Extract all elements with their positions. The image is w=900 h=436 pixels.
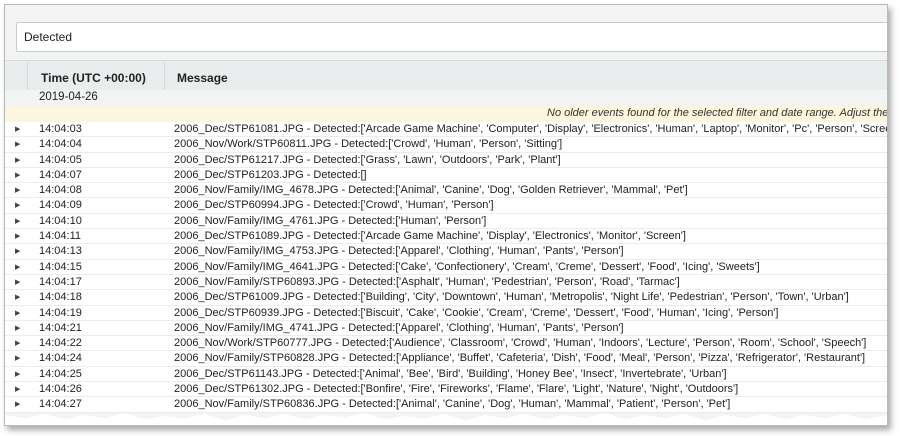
expand-row-icon[interactable]: ▶ [15,275,25,289]
event-message: 2006_Dec/STP60939.JPG - Detected:['Biscu… [174,306,779,319]
event-message: 2006_Nov/Work/STP60811.JPG - Detected:['… [174,138,563,151]
event-time: 14:04:21 [39,321,82,334]
expand-row-icon[interactable]: ▶ [15,367,25,381]
event-time: 14:04:24 [39,352,82,365]
event-time: 14:04:18 [39,291,82,304]
event-message: 2006_Nov/Family/IMG_4641.JPG - Detected:… [174,260,760,273]
event-message: 2006_Nov/Family/IMG_4678.JPG - Detected:… [174,184,688,197]
table-row[interactable]: ▶ 14:04:09 2006_Dec/STP60994.JPG - Detecte… [5,198,887,214]
event-time: 14:04:07 [39,168,82,181]
log-events-panel: Time (UTC +00:00) Message 2019-04-26 No … [4,4,888,426]
torn-edge-decoration [5,413,887,425]
event-message: 2006_Dec/STP61009.JPG - Detected:['Build… [174,291,849,304]
event-time: 14:04:13 [39,245,82,258]
table-row[interactable]: ▶ 14:04:24 2006_Nov/Family/STP60828.JPG - … [5,351,887,367]
expand-row-icon[interactable]: ▶ [15,168,25,182]
event-message: 2006_Nov/Family/STP60828.JPG - Detected:… [174,352,866,365]
event-message: 2006_Nov/Family/STP60893.JPG - Detected:… [174,275,680,288]
event-time: 14:04:03 [39,123,82,135]
table-row[interactable]: ▶ 14:04:03 2006_Dec/STP61081.JPG - Detecte… [5,122,887,138]
event-message: 2006_Nov/Family/IMG_4761.JPG - Detected:… [174,214,487,227]
event-message: 2006_Nov/Family/IMG_4741.JPG - Detected:… [174,321,624,334]
event-message: 2006_Dec/STP61081.JPG - Detected:['Arcad… [174,123,887,135]
table-row[interactable]: ▶ 14:04:15 2006_Nov/Family/IMG_4641.JPG - … [5,259,887,275]
event-message: 2006_Dec/STP61089.JPG - Detected:['Arcad… [174,230,686,243]
date-group-row: 2019-04-26 [5,90,887,106]
table-row[interactable]: ▶ 14:04:10 2006_Nov/Family/IMG_4761.JPG - … [5,213,887,230]
expand-row-icon[interactable]: ▶ [15,321,25,335]
table-row[interactable]: ▶ 14:04:22 2006_Nov/Work/STP60777.JPG - De… [5,336,887,352]
table-row[interactable]: ▶ 14:04:05 2006_Dec/STP61217.JPG - Detecte… [5,152,887,168]
table-row[interactable]: ▶ 14:04:25 2006_Dec/STP61143.JPG - Detecte… [5,366,887,383]
event-time: 14:04:08 [39,184,82,197]
table-row[interactable]: ▶ 14:04:26 2006_Dec/STP61302.JPG - Detecte… [5,382,887,398]
expand-row-icon[interactable]: ▶ [15,306,25,320]
expand-row-icon[interactable]: ▶ [15,260,25,274]
table-row[interactable]: ▶ 14:04:13 2006_Nov/Family/IMG_4753.JPG - … [5,244,887,260]
event-message: 2006_Dec/STP61143.JPG - Detected:['Anima… [174,367,727,380]
event-time: 14:04:15 [39,260,82,273]
event-time: 14:04:05 [39,153,82,166]
event-time: 14:04:04 [39,138,82,151]
expand-row-icon[interactable]: ▶ [15,336,25,350]
table-row[interactable]: ▶ 14:04:17 2006_Nov/Family/STP60893.JPG - … [5,274,887,291]
event-message: 2006_Nov/Work/STP60777.JPG - Detected:['… [174,337,867,350]
event-message: 2006_Dec/STP60994.JPG - Detected:['Crowd… [174,199,494,212]
expand-row-icon[interactable]: ▶ [15,183,25,197]
filter-events-input[interactable] [16,22,887,52]
event-time: 14:04:19 [39,306,82,319]
expand-row-icon[interactable]: ▶ [15,137,25,151]
table-row[interactable]: ▶ 14:04:11 2006_Dec/STP61089.JPG - Detecte… [5,229,887,245]
expand-row-icon[interactable]: ▶ [15,382,25,396]
table-row[interactable]: ▶ 14:04:04 2006_Nov/Work/STP60811.JPG - De… [5,137,887,153]
expand-row-icon[interactable]: ▶ [15,229,25,243]
event-message: 2006_Dec/STP61203.JPG - Detected:[] [174,168,367,181]
table-row[interactable]: ▶ 14:04:07 2006_Dec/STP61203.JPG - Detecte… [5,167,887,184]
event-message: 2006_Dec/STP61217.JPG - Detected:['Grass… [174,153,561,166]
no-older-events-notice: No older events found for the selected f… [5,106,887,122]
table-row[interactable]: ▶ 14:04:18 2006_Dec/STP61009.JPG - Detecte… [5,290,887,306]
table-row[interactable]: ▶ 14:04:08 2006_Nov/Family/IMG_4678.JPG - … [5,183,887,199]
event-message: 2006_Nov/Family/IMG_4753.JPG - Detected:… [174,245,624,258]
expand-row-icon[interactable]: ▶ [15,153,25,167]
event-time: 14:04:11 [39,230,82,243]
log-event-list: ▶ 14:04:03 2006_Dec/STP61081.JPG - Detecte… [5,122,887,413]
date-group-label: 2019-04-26 [39,91,98,103]
expand-row-icon[interactable]: ▶ [15,290,25,304]
notice-text: No older events found for the selected f… [547,107,887,119]
event-message: 2006_Dec/STP61302.JPG - Detected:['Bonfi… [174,383,739,396]
event-time: 14:04:25 [39,367,82,380]
expand-row-icon[interactable]: ▶ [15,214,25,228]
expand-row-icon[interactable]: ▶ [15,244,25,258]
expand-row-icon[interactable]: ▶ [15,198,25,212]
expand-row-icon[interactable]: ▶ [15,122,25,136]
event-time: 14:04:17 [39,275,82,288]
table-row[interactable]: ▶ 14:04:21 2006_Nov/Family/IMG_4741.JPG - … [5,320,887,337]
event-time: 14:04:09 [39,199,82,212]
event-time: 14:04:22 [39,337,82,350]
event-time: 14:04:26 [39,383,82,396]
table-row[interactable]: ▶ 14:04:19 2006_Dec/STP60939.JPG - Detecte… [5,305,887,321]
filter-bar [5,5,887,59]
event-time: 14:04:10 [39,214,82,227]
expand-row-icon[interactable]: ▶ [15,351,25,365]
